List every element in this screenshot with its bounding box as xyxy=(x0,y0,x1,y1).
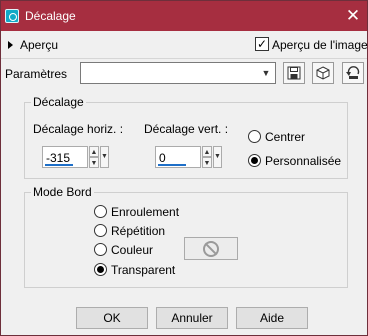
radio-button-selected-icon[interactable] xyxy=(248,154,261,167)
chevron-down-icon[interactable]: ▼ xyxy=(258,64,274,82)
no-color-icon xyxy=(203,241,219,257)
title-bar[interactable]: Décalage ✕ xyxy=(1,1,367,31)
help-button[interactable]: Aide xyxy=(236,307,308,329)
radio-custom-label: Personnalisée xyxy=(265,154,342,168)
vertical-offset-value: 0 xyxy=(159,151,166,165)
reset-icon xyxy=(346,66,360,79)
spin-up-icon[interactable]: ▲ xyxy=(89,146,99,157)
image-preview-label: Aperçu de l'image xyxy=(272,38,368,52)
horizontal-offset-label: Décalage horiz. : xyxy=(33,122,124,136)
slider-dropdown-icon[interactable]: ▼ xyxy=(100,146,109,168)
save-preset-button[interactable] xyxy=(283,62,305,84)
edge-mode-group-title: Mode Bord xyxy=(31,185,94,199)
radio-button-icon[interactable] xyxy=(94,243,107,256)
preview-row: Aperçu ✓ Aperçu de l'image xyxy=(1,34,368,56)
spin-down-icon[interactable]: ▼ xyxy=(89,157,99,168)
divider xyxy=(1,58,367,59)
radio-button-icon[interactable] xyxy=(94,224,107,237)
offset-group-title: Décalage xyxy=(31,95,86,109)
spin-arrows[interactable]: ▲ ▼ xyxy=(89,146,99,168)
window-title: Décalage xyxy=(25,9,76,23)
cancel-button[interactable]: Annuler xyxy=(156,307,228,329)
presets-label: Paramètres xyxy=(5,67,68,81)
vertical-offset-label: Décalage vert. : xyxy=(144,122,229,136)
cube-icon xyxy=(316,66,330,80)
spin-up-icon[interactable]: ▲ xyxy=(202,146,212,157)
import-preset-button[interactable] xyxy=(312,62,334,84)
offset-group: Décalage Décalage horiz. : Décalage vert… xyxy=(24,95,348,179)
close-button[interactable]: ✕ xyxy=(339,1,367,31)
image-preview-option[interactable]: ✓ Aperçu de l'image xyxy=(255,37,368,53)
save-icon xyxy=(287,66,301,80)
ok-button[interactable]: OK xyxy=(76,307,148,329)
vertical-offset-input[interactable]: 0 xyxy=(155,146,201,168)
radio-color-label: Couleur xyxy=(111,243,154,257)
radio-repeat-label: Répétition xyxy=(111,224,166,238)
expand-arrow-icon[interactable] xyxy=(8,41,13,49)
spin-arrows[interactable]: ▲ ▼ xyxy=(202,146,212,168)
app-icon xyxy=(5,9,19,23)
horizontal-offset-value: -315 xyxy=(46,151,71,165)
radio-button-icon[interactable] xyxy=(248,130,261,143)
preview-toggle-label[interactable]: Aperçu xyxy=(20,38,58,52)
reset-preset-button[interactable] xyxy=(342,62,364,84)
radio-center-label: Centrer xyxy=(265,130,306,144)
input-underline xyxy=(45,164,73,166)
image-preview-checkbox[interactable]: ✓ xyxy=(255,37,269,51)
radio-wrap-label: Enroulement xyxy=(111,205,180,219)
color-swatch[interactable] xyxy=(184,237,238,260)
horizontal-offset-input[interactable]: -315 xyxy=(42,146,88,168)
offset-dialog: Décalage ✕ Aperçu ✓ Aperçu de l'image Pa… xyxy=(0,0,368,336)
edge-mode-group: Mode Bord Enroulement Répétition Couleur… xyxy=(24,185,348,288)
slider-dropdown-icon[interactable]: ▼ xyxy=(213,146,222,168)
radio-transparent-label: Transparent xyxy=(111,263,176,277)
preset-dropdown[interactable]: ▼ xyxy=(80,62,276,84)
radio-button-selected-icon[interactable] xyxy=(94,263,107,276)
radio-button-icon[interactable] xyxy=(94,205,107,218)
input-underline xyxy=(158,164,186,166)
spin-down-icon[interactable]: ▼ xyxy=(202,157,212,168)
